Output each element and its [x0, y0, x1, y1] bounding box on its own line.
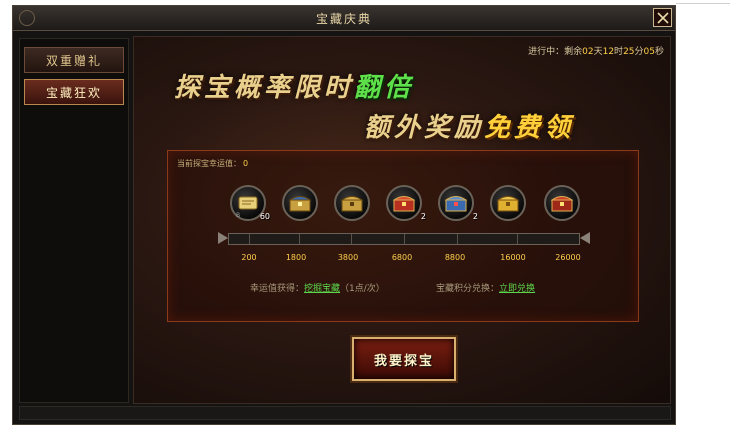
luck-gain-rate: （1点/次）: [340, 284, 385, 294]
window-title: 宝藏庆典: [315, 12, 372, 26]
headline-reward: 额外奖励免费领: [364, 107, 574, 144]
countdown-hours: 12: [602, 47, 615, 57]
countdown-days: 02: [582, 47, 594, 57]
close-button[interactable]: [653, 8, 672, 27]
luck-value: 0: [243, 159, 249, 168]
threshold-label: 3800: [337, 253, 359, 262]
progress-segment: [457, 234, 458, 244]
luck-progress-bar: [228, 233, 580, 245]
reward-slot-4[interactable]: 2: [386, 185, 426, 221]
exchange-now-link[interactable]: 立即兑换: [499, 284, 535, 294]
progress-segment: [517, 234, 518, 244]
window-footer-bar: [19, 406, 671, 420]
headline-line1-text: 探宝概率限时: [174, 73, 355, 103]
countdown-days-unit: 天: [593, 47, 603, 57]
headline-line2-text: 额外奖励: [364, 113, 485, 143]
tab-treasure-carnival[interactable]: 宝藏狂欢: [24, 79, 124, 105]
reward-slot-1[interactable]: B 60: [230, 185, 270, 221]
reward-count: 2: [472, 212, 478, 221]
scroll-icon: [238, 196, 258, 210]
chest-blue-icon: [445, 196, 467, 212]
reward-slot-7[interactable]: [544, 185, 580, 221]
headline-line2-highlight: 免费领: [484, 113, 575, 143]
countdown-timer: 进行中：剩余02天12时25分05秒: [528, 44, 664, 57]
reward-count: 60: [259, 212, 270, 221]
reward-slot-3[interactable]: [334, 185, 370, 221]
dig-treasure-link[interactable]: 挖掘宝藏: [304, 284, 340, 294]
headline-line1-highlight: 翻倍: [354, 73, 415, 103]
event-content: 进行中：剩余02天12时25分05秒 探宝概率限时翻倍 额外奖励免费领 当前探宝…: [133, 36, 671, 404]
countdown-minutes: 25: [623, 47, 635, 57]
treasure-hunt-button[interactable]: 我要探宝: [352, 337, 456, 381]
threshold-label: 16000: [500, 253, 526, 262]
tab-double-gift[interactable]: 双重赠礼: [24, 47, 124, 73]
top-divider-line: [676, 3, 730, 4]
countdown-seconds: 05: [643, 47, 655, 57]
exchange-info: 宝藏积分兑换：立即兑换: [436, 281, 535, 294]
reward-slot-6[interactable]: [490, 185, 526, 221]
progress-segment: [299, 234, 300, 244]
luck-value-display: 当前探宝幸运值： 0: [177, 158, 248, 169]
progress-right-cap-icon: [580, 232, 590, 244]
threshold-label: 8800: [444, 253, 466, 262]
chest-gold-icon: [497, 196, 519, 212]
side-tab-list: 双重赠礼 宝藏狂欢: [19, 38, 129, 403]
chest-gold-icon: [341, 196, 363, 212]
countdown-prefix: 进行中：剩余: [528, 47, 583, 57]
chest-blue-icon: [289, 196, 311, 212]
treasure-celebration-window: 宝藏庆典 双重赠礼 宝藏狂欢 进行中：剩余02天12时25分05秒 探宝概率限时…: [12, 5, 676, 425]
threshold-label: 1800: [285, 253, 307, 262]
countdown-hours-unit: 时: [614, 47, 624, 57]
reward-slot-5[interactable]: 2: [438, 185, 478, 221]
threshold-label: 200: [241, 253, 257, 262]
threshold-label: 6800: [391, 253, 413, 262]
chest-red-icon: [551, 196, 573, 212]
countdown-minutes-unit: 分: [634, 47, 644, 57]
progress-left-cap-icon: [218, 232, 228, 244]
bound-marker: B: [236, 212, 241, 219]
progress-segment: [249, 234, 250, 244]
treasure-hunt-button-label: 我要探宝: [373, 353, 434, 369]
luck-gain-label: 幸运值获得：: [250, 284, 305, 294]
luck-reward-panel: 当前探宝幸运值： 0 B 60 2 2 200 1800 3800 6800 8…: [167, 150, 639, 322]
threshold-label: 26000: [555, 253, 581, 262]
luck-label: 当前探宝幸运值：: [177, 159, 241, 168]
headline-probability: 探宝概率限时翻倍: [174, 67, 414, 104]
chest-red-icon: [393, 196, 415, 212]
close-icon: [656, 11, 669, 24]
reward-count: 2: [420, 212, 426, 221]
reward-slot-2[interactable]: [282, 185, 318, 221]
progress-segment: [351, 234, 352, 244]
title-bar[interactable]: 宝藏庆典: [13, 6, 675, 31]
countdown-seconds-unit: 秒: [654, 47, 664, 57]
progress-segment: [404, 234, 405, 244]
luck-gain-info: 幸运值获得：挖掘宝藏（1点/次）: [250, 281, 385, 294]
exchange-label: 宝藏积分兑换：: [436, 284, 500, 294]
